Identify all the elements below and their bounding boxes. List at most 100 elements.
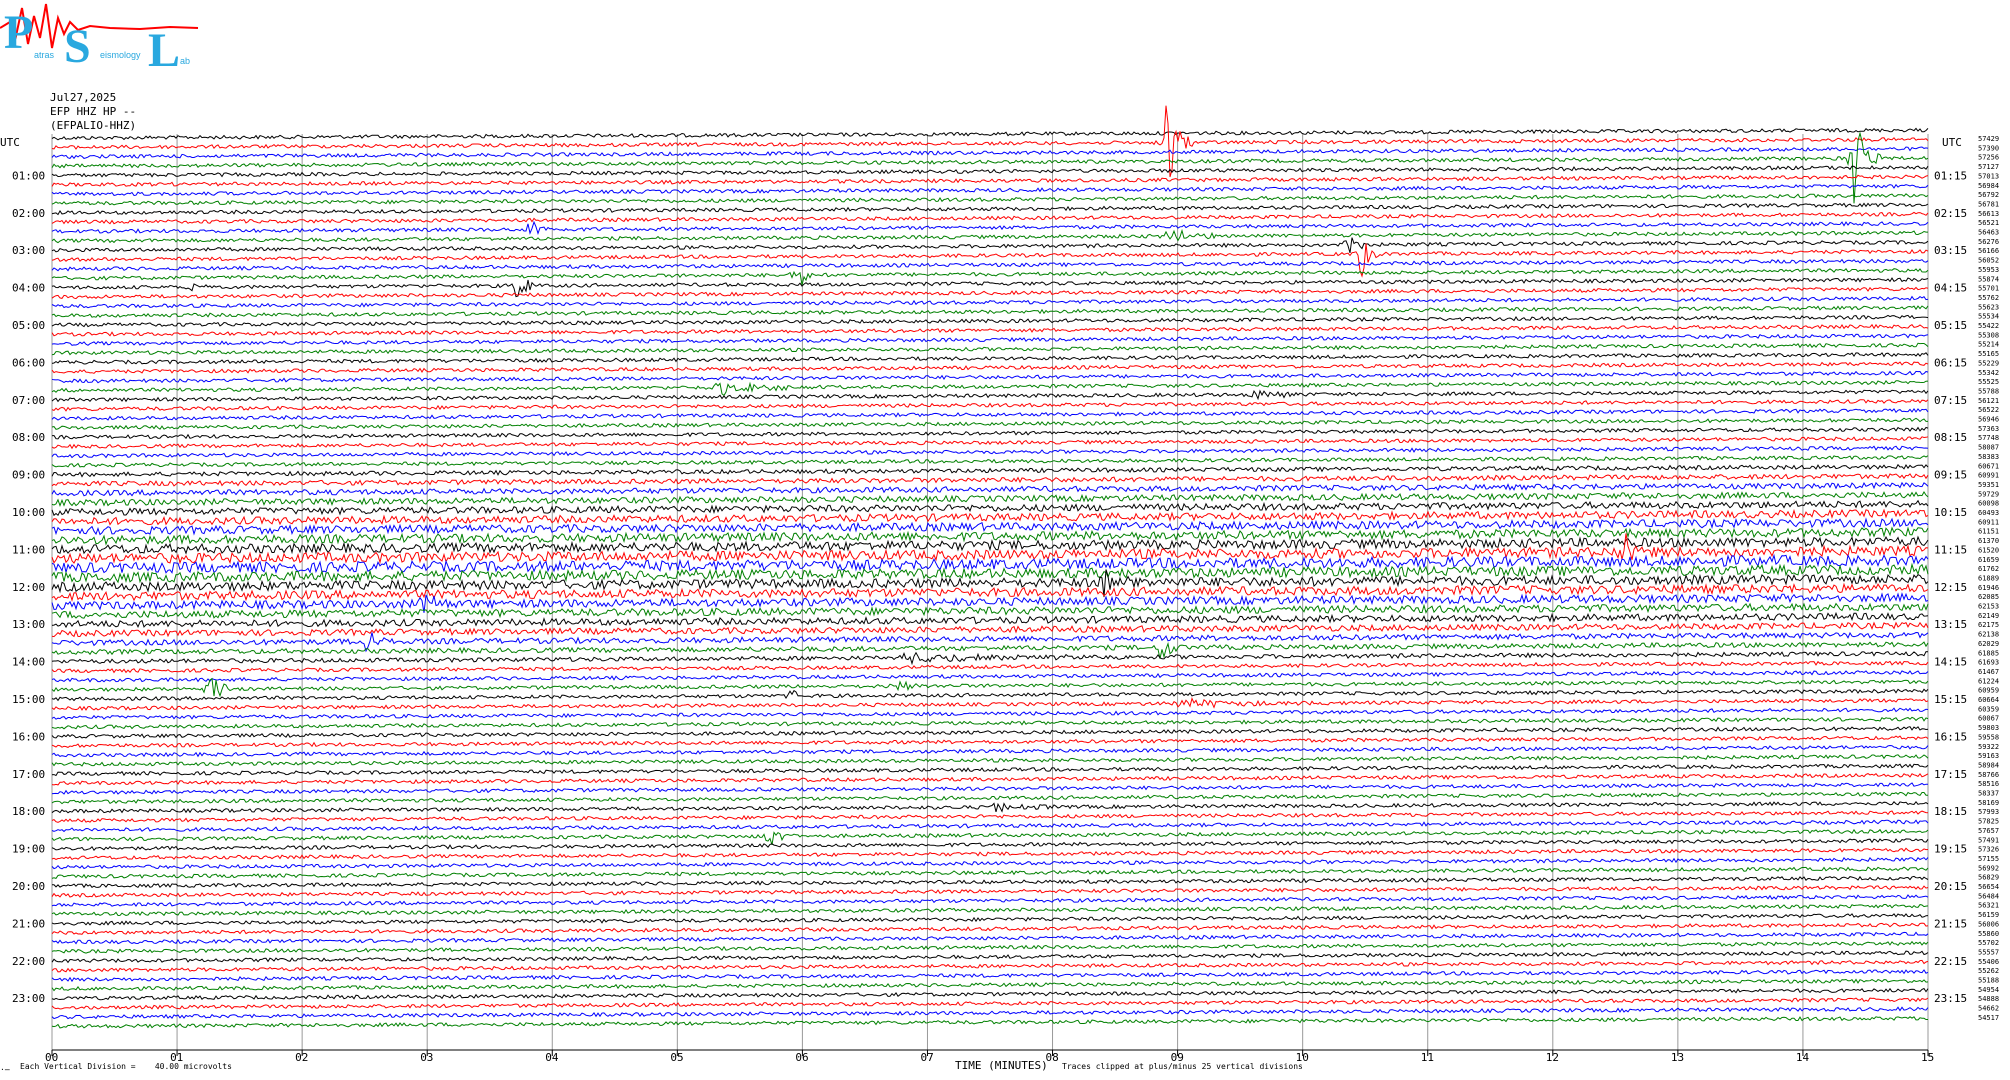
trace-value-34: 58383: [1978, 453, 1999, 461]
trace-38: [51, 481, 1929, 497]
trace-4: [51, 165, 1929, 178]
trace-value-52: 62175: [1978, 621, 1999, 629]
trace-value-79: 56829: [1978, 874, 1999, 882]
trace-94: [51, 1006, 1929, 1020]
trace-36: [51, 463, 1929, 478]
trace-value-60: 60664: [1978, 696, 1999, 704]
trace-value-25: 55342: [1978, 369, 1999, 377]
trace-value-32: 57748: [1978, 434, 1999, 442]
trace-77: [51, 847, 1929, 861]
trace-41: [51, 508, 1929, 526]
trace-value-39: 60098: [1978, 500, 1999, 508]
seismic-traces: [51, 105, 1929, 1029]
trace-value-69: 58516: [1978, 780, 1999, 788]
right-hour-label-4: 05:15: [1934, 319, 1967, 332]
x-tick-label-09: 09: [1171, 1051, 1184, 1064]
trace-value-3: 57127: [1978, 163, 1999, 171]
x-tick-label-01: 01: [170, 1051, 183, 1064]
right-hour-label-3: 04:15: [1934, 282, 1967, 295]
trace-value-73: 57825: [1978, 818, 1999, 826]
trace-value-17: 55762: [1978, 294, 1999, 302]
trace-value-13: 56052: [1978, 257, 1999, 265]
trace-value-7: 56781: [1978, 200, 1999, 208]
trace-value-74: 57657: [1978, 827, 1999, 835]
trace-value-82: 56321: [1978, 902, 1999, 910]
left-hour-label-14: 15:00: [12, 693, 45, 706]
trace-value-85: 55860: [1978, 930, 1999, 938]
trace-32: [51, 426, 1929, 440]
left-hour-label-11: 12:00: [12, 581, 45, 594]
trace-value-16: 55701: [1978, 285, 1999, 293]
trace-value-49: 62085: [1978, 593, 1999, 601]
trace-11: [51, 228, 1928, 244]
trace-value-64: 59558: [1978, 733, 1999, 741]
right-hour-label-18: 19:15: [1934, 843, 1967, 856]
trace-value-18: 55623: [1978, 303, 1999, 311]
trace-25: [51, 361, 1929, 374]
trace-value-35: 60671: [1978, 462, 1999, 470]
trace-value-9: 56521: [1978, 219, 1999, 227]
trace-61: [51, 697, 1929, 711]
trace-value-86: 55702: [1978, 939, 1999, 947]
trace-value-20: 55422: [1978, 322, 1999, 330]
trace-86: [51, 931, 1929, 945]
right-hour-label-16: 17:15: [1934, 768, 1967, 781]
trace-value-93: 54662: [1978, 1005, 1999, 1013]
trace-value-40: 60493: [1978, 509, 1999, 517]
trace-value-38: 59729: [1978, 490, 1999, 498]
trace-92: [51, 987, 1929, 1001]
trace-value-47: 61889: [1978, 574, 1999, 582]
trace-56: [51, 651, 1929, 666]
x-tick-label-11: 11: [1421, 1051, 1434, 1064]
left-hour-label-9: 10:00: [12, 506, 45, 519]
trace-value-75: 57491: [1978, 836, 1999, 844]
trace-1: [51, 105, 1929, 178]
trace-value-46: 61762: [1978, 565, 1999, 573]
trace-22: [51, 333, 1929, 346]
right-hour-label-10: 11:15: [1934, 543, 1967, 556]
left-hour-label-18: 19:00: [12, 843, 45, 856]
x-tick-label-07: 07: [920, 1051, 933, 1064]
trace-76: [51, 838, 1929, 852]
trace-10: [51, 220, 1929, 235]
x-tick-label-05: 05: [670, 1051, 683, 1064]
right-hour-label-11: 12:15: [1934, 581, 1967, 594]
trace-value-88: 55406: [1978, 958, 1999, 966]
trace-value-84: 56006: [1978, 920, 1999, 928]
x-tick-label-14: 14: [1796, 1051, 1810, 1064]
right-hour-label-7: 08:15: [1934, 431, 1967, 444]
trace-70: [51, 782, 1929, 795]
trace-64: [51, 726, 1929, 739]
x-tick-label-08: 08: [1046, 1051, 1059, 1064]
trace-value-15: 55874: [1978, 275, 1999, 283]
right-hour-label-8: 09:15: [1934, 469, 1967, 482]
x-tick-label-03: 03: [420, 1051, 433, 1064]
x-tick-label-04: 04: [545, 1051, 559, 1064]
trace-value-36: 60991: [1978, 472, 1999, 480]
trace-value-27: 55788: [1978, 387, 1999, 395]
trace-value-22: 55214: [1978, 341, 1999, 349]
x-tick-label-02: 02: [295, 1051, 308, 1064]
trace-6: [51, 183, 1929, 197]
left-hour-label-5: 06:00: [12, 356, 45, 369]
trace-63: [51, 716, 1929, 730]
trace-value-30: 56946: [1978, 416, 1999, 424]
trace-value-57: 61467: [1978, 668, 1999, 676]
trace-value-11: 56276: [1978, 238, 1999, 246]
trace-67: [51, 754, 1929, 767]
trace-value-76: 57326: [1978, 846, 1999, 854]
trace-value-42: 61151: [1978, 528, 1999, 536]
trace-9: [51, 211, 1929, 225]
trace-74: [51, 819, 1929, 833]
trace-value-1: 57390: [1978, 144, 1999, 152]
trace-value-43: 61370: [1978, 537, 1999, 545]
trace-79: [51, 866, 1929, 879]
trace-95: [51, 1016, 1928, 1029]
trace-value-90: 55188: [1978, 977, 1999, 985]
trace-8: [51, 202, 1929, 216]
trace-82: [51, 894, 1929, 907]
x-tick-label-06: 06: [795, 1051, 808, 1064]
trace-23: [51, 342, 1929, 356]
trace-21: [51, 323, 1929, 337]
right-hour-label-1: 02:15: [1934, 207, 1967, 220]
